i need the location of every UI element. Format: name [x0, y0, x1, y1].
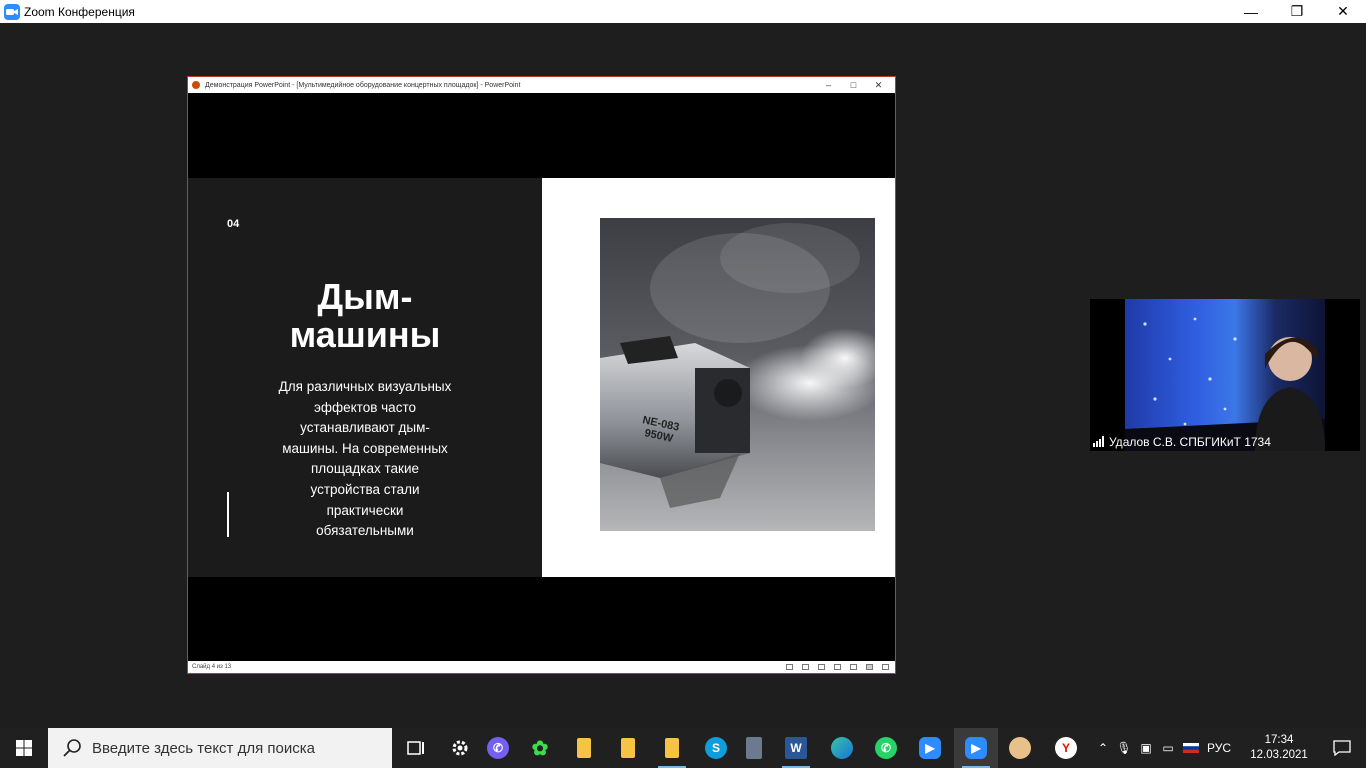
whatsapp-icon[interactable]: ✆	[864, 728, 908, 768]
window-title: Zoom Конференция	[24, 4, 135, 19]
shared-screen: Демонстрация PowerPoint - [Мультимедийно…	[187, 76, 896, 674]
prev-slide-icon[interactable]	[786, 664, 793, 670]
slide-title-line: машины	[289, 314, 441, 355]
taskbar: Введите здесь текст для поиска ✆ ✿ S W ✆…	[0, 728, 1366, 768]
accent-bar	[227, 492, 229, 537]
paint-icon[interactable]	[998, 728, 1042, 768]
slide-number: 04	[227, 218, 240, 230]
body-line: машины. На современных	[282, 440, 448, 456]
normal-view-icon[interactable]	[834, 664, 841, 670]
language-indicator[interactable]: РУС	[1207, 741, 1231, 755]
body-line: устанавливают дым-	[300, 420, 430, 436]
search-icon	[63, 739, 81, 757]
chevron-up-icon[interactable]: ⌃	[1093, 741, 1113, 755]
restore-button[interactable]: ❐	[1274, 0, 1320, 23]
powerpoint-icon	[192, 81, 200, 89]
slideshow-icon[interactable]	[882, 664, 889, 670]
slide: 04 Дым- машины Для различных визуальных …	[188, 178, 895, 577]
task-view-icon[interactable]	[394, 728, 438, 768]
ppt-window-title: Демонстрация PowerPoint - [Мультимедийно…	[205, 81, 521, 89]
folder-icon[interactable]	[562, 728, 606, 768]
russian-flag-icon[interactable]	[1179, 743, 1203, 753]
folder-icon[interactable]	[650, 728, 694, 768]
windows-logo-icon	[16, 740, 32, 756]
slide-body: Для различных визуальных эффектов часто …	[266, 377, 464, 542]
edge-icon[interactable]	[820, 728, 864, 768]
microphone-icon[interactable]: 🎙	[1113, 741, 1135, 755]
body-line: Для различных визуальных	[278, 379, 452, 394]
system-tray: ⌃ 🎙 ▣ ▭ РУС	[1093, 728, 1231, 768]
yandex-browser-icon[interactable]: Y	[1044, 728, 1088, 768]
word-icon[interactable]: W	[774, 728, 818, 768]
body-line: устройства стали	[310, 481, 420, 497]
clock[interactable]: 17:34 12.03.2021	[1246, 728, 1312, 768]
next-slide-icon[interactable]	[818, 664, 825, 670]
search-placeholder: Введите здесь текст для поиска	[92, 739, 315, 757]
participant-name-label: Удалов С.В. СПБГИКиТ 1734	[1093, 434, 1271, 449]
body-line: площадках такие	[310, 461, 420, 477]
start-button[interactable]	[0, 728, 48, 768]
folder-icon[interactable]	[606, 728, 650, 768]
smoke-machine-photo: NE-083 950W	[600, 218, 875, 531]
zoom-titlebar: Zoom Конференция — ❐ ✕	[0, 0, 1366, 23]
date: 12.03.2021	[1250, 749, 1308, 761]
signal-strength-icon	[1093, 436, 1104, 447]
minimize-button[interactable]: —	[1228, 0, 1274, 23]
network-icon[interactable]: ▭	[1157, 741, 1179, 755]
ppt-maximize-button[interactable]: □	[841, 77, 866, 93]
screen-share-icon[interactable]: ▣	[1135, 741, 1157, 755]
menu-icon[interactable]	[802, 664, 809, 670]
taskbar-search[interactable]: Введите здесь текст для поиска	[48, 728, 392, 768]
calculator-icon[interactable]	[732, 728, 776, 768]
ppt-statusbar: Слайд 4 из 13	[188, 661, 895, 673]
slide-counter: Слайд 4 из 13	[192, 664, 232, 670]
zoom-icon[interactable]: ▶	[908, 728, 952, 768]
zoom-camera-icon	[4, 3, 20, 20]
participant-video[interactable]: Удалов С.В. СПБГИКиТ 1734	[1090, 299, 1360, 451]
notification-icon[interactable]	[1318, 728, 1366, 768]
video-feed	[1125, 299, 1325, 451]
viber-icon[interactable]: ✆	[476, 728, 520, 768]
sorter-view-icon[interactable]	[850, 664, 857, 670]
body-line: практически	[326, 502, 404, 518]
close-button[interactable]: ✕	[1320, 0, 1366, 23]
ppt-close-button[interactable]: ✕	[866, 77, 891, 93]
body-line: эффектов часто	[314, 399, 416, 415]
participant-name: Удалов С.В. СПБГИКиТ 1734	[1109, 434, 1271, 449]
zoom-active-icon[interactable]: ▶	[954, 728, 998, 768]
slide-title: Дым- машины	[228, 278, 502, 354]
slide-title-line: Дым-	[317, 276, 413, 317]
icq-icon[interactable]: ✿	[518, 728, 562, 768]
body-line: обязательными	[316, 523, 414, 539]
reading-view-icon[interactable]	[866, 664, 873, 670]
slide-image-panel: NE-083 950W	[542, 178, 895, 577]
ppt-titlebar: Демонстрация PowerPoint - [Мультимедийно…	[188, 77, 895, 93]
time: 17:34	[1264, 734, 1294, 746]
ppt-minimize-button[interactable]: –	[816, 77, 841, 93]
slide-text-panel: 04 Дым- машины Для различных визуальных …	[188, 178, 542, 577]
